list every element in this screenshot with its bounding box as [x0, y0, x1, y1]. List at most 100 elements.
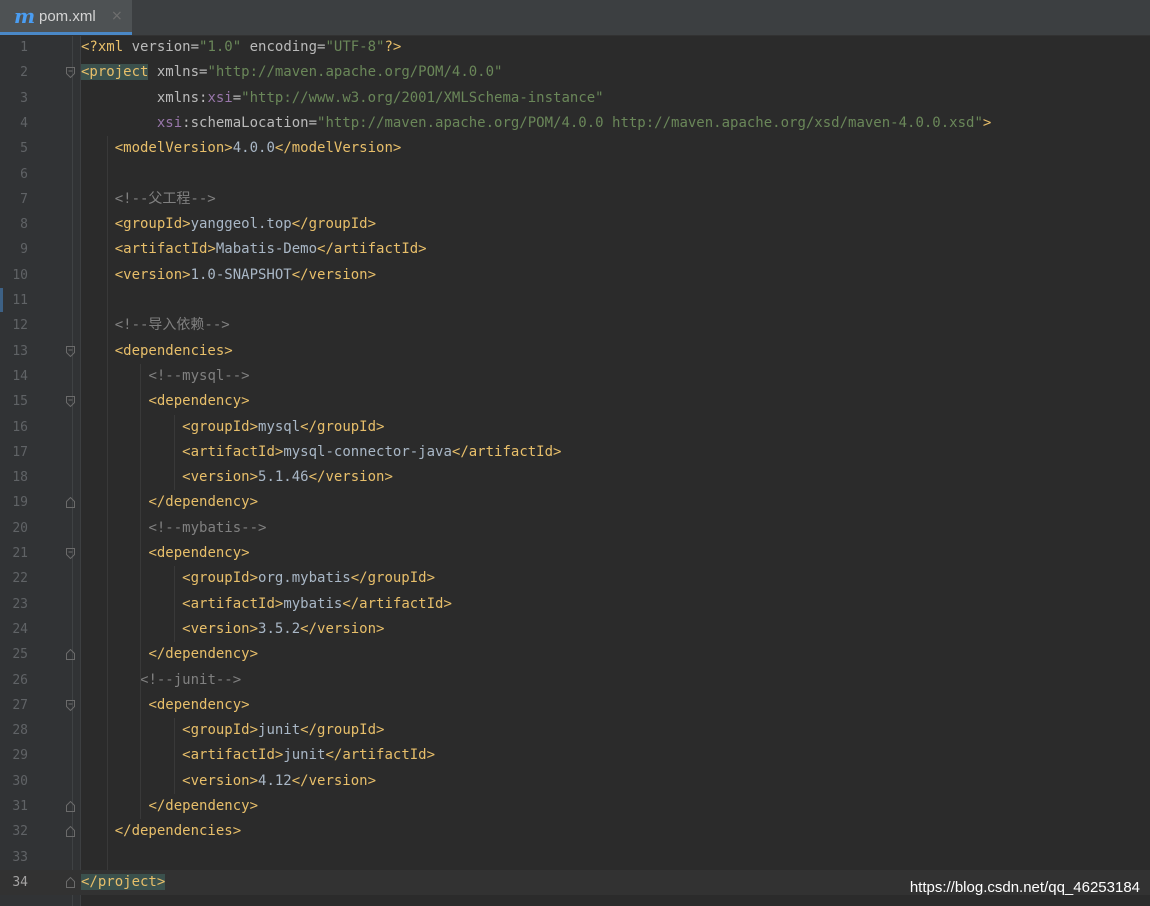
- code-token: org.mybatis: [258, 570, 351, 587]
- code-line[interactable]: 21 <dependency>: [0, 541, 1150, 566]
- line-code: </dependencies>: [81, 819, 241, 844]
- line-code: <?xml version="1.0" encoding="UTF-8"?>: [81, 35, 401, 60]
- code-line[interactable]: 25 </dependency>: [0, 642, 1150, 667]
- line-number: 19: [12, 495, 28, 511]
- tab-pom-xml[interactable]: m pom.xml ×: [0, 0, 132, 35]
- close-icon[interactable]: ×: [111, 8, 123, 24]
- fold-close-icon[interactable]: [66, 826, 75, 838]
- tab-filename: pom.xml: [39, 8, 96, 25]
- code-line[interactable]: 22 <groupId>org.mybatis</groupId>: [0, 566, 1150, 591]
- fold-close-icon[interactable]: [66, 801, 75, 812]
- fold-close-icon[interactable]: [66, 876, 75, 888]
- code-line[interactable]: 10 <version>1.0-SNAPSHOT</version>: [0, 263, 1150, 288]
- code-token: <groupId>: [182, 570, 259, 587]
- line-number: 22: [12, 571, 28, 587]
- code-line[interactable]: 20 <!--mybatis-->: [0, 516, 1150, 541]
- fold-close-icon[interactable]: [66, 649, 75, 661]
- code-token: <dependencies>: [114, 342, 233, 359]
- code-token: mysql-connector-java: [283, 443, 452, 460]
- code-line[interactable]: 5 <modelVersion>4.0.0</modelVersion>: [0, 136, 1150, 161]
- code-line[interactable]: 1 <?xml version="1.0" encoding="UTF-8"?>: [0, 35, 1150, 60]
- code-token: <dependency>: [148, 545, 250, 561]
- code-token: <artifactId>: [182, 595, 284, 612]
- code-line[interactable]: 33: [0, 845, 1150, 870]
- line-number: 10: [12, 267, 28, 283]
- code-line[interactable]: 9 <artifactId>Mabatis-Demo</artifactId>: [0, 237, 1150, 262]
- code-line[interactable]: 2 <project xmlns="http://maven.apache.org…: [0, 60, 1150, 85]
- code-line[interactable]: 7 <!--父工程-->: [0, 187, 1150, 212]
- fold-open-icon[interactable]: [66, 67, 75, 79]
- code-line[interactable]: 19 </dependency>: [0, 490, 1150, 515]
- line-number: 28: [12, 723, 28, 739]
- line-code: xmlns:xsi="http://www.w3.org/2001/XMLSch…: [81, 86, 604, 111]
- code-token: <groupId>: [182, 418, 259, 435]
- code-line[interactable]: 29 <artifactId>junit</artifactId>: [0, 743, 1150, 768]
- code-token: </project>: [81, 873, 166, 890]
- code-token: </version>: [291, 266, 377, 283]
- code-line[interactable]: 26 <!--junit-->: [0, 668, 1150, 693]
- fold-open-icon[interactable]: [66, 548, 75, 559]
- code-token: 4.12: [258, 772, 292, 789]
- fold-open-icon[interactable]: [66, 699, 75, 711]
- code-line[interactable]: 12 <!--导入依赖-->: [0, 313, 1150, 338]
- line-code: <version>5.1.46</version>: [81, 465, 393, 490]
- line-code: <dependencies>: [81, 339, 233, 364]
- line-number: 3: [20, 90, 28, 106]
- code-token: version=: [131, 39, 200, 55]
- line-number: 31: [12, 799, 28, 814]
- code-line[interactable]: 15 <dependency>: [0, 389, 1150, 414]
- code-token: <groupId>: [114, 216, 191, 233]
- code-token: <project: [81, 64, 149, 81]
- code-line[interactable]: 13 <dependencies>: [0, 339, 1150, 364]
- code-token: "http://maven.apache.org/POM/4.0.0": [207, 64, 503, 81]
- code-line[interactable]: 30 <version>4.12</version>: [0, 769, 1150, 794]
- code-line[interactable]: 27 <dependency>: [0, 693, 1150, 718]
- code-line[interactable]: 17 <artifactId>mysql-connector-java</art…: [0, 440, 1150, 465]
- line-number: 14: [12, 368, 28, 384]
- line-number: 15: [12, 394, 28, 410]
- code-line[interactable]: 31 </dependency>: [0, 794, 1150, 819]
- code-token: </artifactId>: [451, 443, 562, 460]
- code-token: <!--mybatis-->: [148, 519, 267, 536]
- code-line[interactable]: 4 xsi:schemaLocation="http://maven.apach…: [0, 111, 1150, 136]
- code-token: junit: [283, 747, 326, 764]
- fold-open-icon[interactable]: [66, 396, 75, 408]
- code-token: </dependencies>: [114, 823, 242, 840]
- code-line[interactable]: 14 <!--mysql-->: [0, 364, 1150, 389]
- line-number: 18: [12, 470, 28, 486]
- code-line[interactable]: 6: [0, 162, 1150, 187]
- line-code: <artifactId>mybatis</artifactId>: [81, 592, 452, 617]
- code-line[interactable]: 23 <artifactId>mybatis</artifactId>: [0, 592, 1150, 617]
- code-line[interactable]: 32 </dependencies>: [0, 819, 1150, 844]
- line-number: 29: [12, 748, 28, 764]
- code-line[interactable]: 8 <groupId>yanggeol.top</groupId>: [0, 212, 1150, 237]
- code-token: junit: [258, 722, 301, 739]
- code-line[interactable]: 18 <version>5.1.46</version>: [0, 465, 1150, 490]
- code-line[interactable]: 3 xmlns:xsi="http://www.w3.org/2001/XMLS…: [0, 86, 1150, 111]
- code-line[interactable]: 24 <version>3.5.2</version>: [0, 617, 1150, 642]
- line-number: 1: [20, 40, 28, 55]
- code-token: </artifactId>: [325, 747, 436, 764]
- code-token: <?xml: [81, 39, 132, 55]
- line-code: <version>4.12</version>: [81, 769, 376, 794]
- line-number: 17: [12, 444, 28, 460]
- indent-guide: [174, 566, 176, 643]
- code-line[interactable]: 28 <groupId>junit</groupId>: [0, 718, 1150, 743]
- code-line[interactable]: 16 <groupId>mysql</groupId>: [0, 415, 1150, 440]
- code-token: <version>: [182, 620, 259, 637]
- code-line[interactable]: 11: [0, 288, 1150, 313]
- code-token: </groupId>: [300, 418, 385, 435]
- code-token: </modelVersion>: [274, 140, 402, 157]
- fold-close-icon[interactable]: [66, 497, 75, 509]
- fold-open-icon[interactable]: [66, 345, 75, 357]
